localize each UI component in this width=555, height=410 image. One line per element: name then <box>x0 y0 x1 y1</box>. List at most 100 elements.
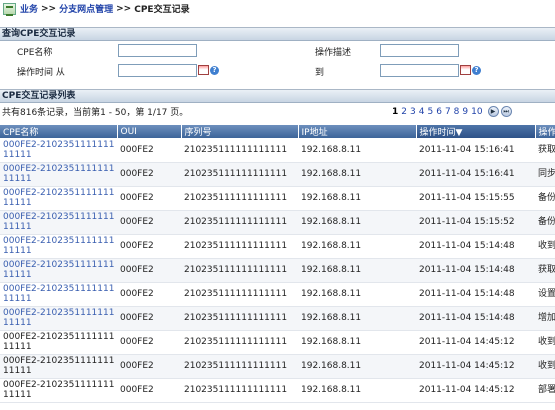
serial-cell: 210235111111111111 <box>181 210 298 235</box>
oui-cell: 000FE2 <box>117 162 181 187</box>
page-link-3[interactable]: 3 <box>410 107 416 117</box>
op-time-cell: 2011-11-04 15:15:52 <box>416 210 535 235</box>
col-op-time-header[interactable]: 操作时间▼ <box>416 125 536 138</box>
cpe-name-cell: 000FE2-210235111111111111 <box>0 378 117 403</box>
oui-cell: 000FE2 <box>117 330 181 355</box>
op-time-cell: 2011-11-04 14:45:12 <box>416 354 535 379</box>
cpe-name-cell[interactable]: 000FE2-210235111111111111 <box>0 210 117 235</box>
op-time-cell: 2011-11-04 15:14:48 <box>416 282 535 307</box>
oui-cell: 000FE2 <box>117 378 181 403</box>
next-page-button[interactable]: ▶ <box>487 106 499 117</box>
serial-cell: 210235111111111111 <box>181 138 298 163</box>
page-link-5[interactable]: 5 <box>427 107 433 117</box>
record-table: CPE名称 OUI 序列号 IP地址 操作时间▼ 操作 000FE2-2102351111… <box>0 125 555 403</box>
cpe-name-cell[interactable]: 000FE2-210235111111111111 <box>0 186 117 211</box>
op-time-cell: 2011-11-04 15:14:48 <box>416 306 535 331</box>
col-serial-header[interactable]: 序列号 <box>181 125 299 138</box>
time-from-input[interactable] <box>118 64 197 77</box>
col-ip-header[interactable]: IP地址 <box>298 125 417 138</box>
op-time-cell: 2011-11-04 15:16:41 <box>416 162 535 187</box>
record-summary: 共有816条记录，当前第1 - 50，第 1/17 页。 <box>2 108 189 118</box>
table-row: 000FE2-210235111111111111 000FE2 210235111… <box>0 138 555 163</box>
cpe-name-cell[interactable]: 000FE2-210235111111111111 <box>0 282 117 307</box>
serial-cell: 210235111111111111 <box>181 258 298 283</box>
cpe-name-cell[interactable]: 000FE2-210235111111111111 <box>0 162 117 187</box>
cpe-name-cell[interactable]: 000FE2-210235111111111111 <box>0 138 117 163</box>
cpe-name-cell[interactable]: 000FE2-210235111111111111 <box>0 234 117 259</box>
breadcrumb-branch-mgmt[interactable]: 分支网点管理 <box>59 2 113 15</box>
ip-cell: 192.168.8.11 <box>298 282 416 307</box>
col-oui-header[interactable]: OUI <box>117 125 182 138</box>
table-row: 000FE2-210235111111111111 000FE2 210235111… <box>0 282 555 307</box>
breadcrumb-separator: >> <box>116 3 132 14</box>
serial-cell: 210235111111111111 <box>181 162 298 187</box>
op-time-cell: 2011-11-04 15:14:48 <box>416 258 535 283</box>
op-cell: 收到 <box>535 330 555 355</box>
ip-cell: 192.168.8.11 <box>298 234 416 259</box>
op-time-cell: 2011-11-04 14:45:12 <box>416 330 535 355</box>
table-row: 000FE2-210235111111111111 000FE2 210235111… <box>0 162 555 187</box>
oui-cell: 000FE2 <box>117 258 181 283</box>
serial-cell: 210235111111111111 <box>181 306 298 331</box>
list-toolbar: 共有816条记录，当前第1 - 50，第 1/17 页。 1 2 3 4 5 6 7 8 9 10… <box>0 103 555 120</box>
oui-cell: 000FE2 <box>117 138 181 163</box>
cpe-name-label: CPE名称 <box>17 48 53 58</box>
op-time-cell: 2011-11-04 14:45:12 <box>416 378 535 403</box>
help-icon[interactable]: ? <box>210 66 219 75</box>
serial-cell: 210235111111111111 <box>181 330 298 355</box>
op-cell: 获取 <box>535 138 555 163</box>
page-link-1[interactable]: 1 <box>392 107 398 117</box>
op-cell: 部署 因未 <box>535 378 555 403</box>
home-icon <box>3 2 16 16</box>
ip-cell: 192.168.8.11 <box>298 306 416 331</box>
page-link-6[interactable]: 6 <box>436 107 442 117</box>
page-link-8[interactable]: 8 <box>454 107 460 117</box>
oui-cell: 000FE2 <box>117 354 181 379</box>
cpe-name-cell: 000FE2-210235111111111111 <box>0 330 117 355</box>
calendar-icon[interactable] <box>198 65 209 75</box>
last-page-button[interactable]: ⏭ <box>500 106 512 117</box>
op-cell: 同步 <box>535 162 555 187</box>
help-icon[interactable]: ? <box>472 66 481 75</box>
serial-cell: 210235111111111111 <box>181 354 298 379</box>
col-cpe-name-header[interactable]: CPE名称 <box>0 125 118 138</box>
oui-cell: 000FE2 <box>117 234 181 259</box>
table-row: 000FE2-210235111111111111 000FE2 210235111… <box>0 306 555 331</box>
breadcrumb-business[interactable]: 业务 <box>20 2 38 15</box>
calendar-icon[interactable] <box>460 65 471 75</box>
time-to-label: 到 <box>315 68 325 78</box>
ip-cell: 192.168.8.11 <box>298 258 416 283</box>
cpe-name-input[interactable] <box>118 44 197 57</box>
op-cell: 增加 <box>535 306 555 331</box>
op-cell: 收到 <box>535 354 555 379</box>
time-to-input[interactable] <box>380 64 459 77</box>
col-op-header[interactable]: 操作 <box>535 125 555 138</box>
op-desc-input[interactable] <box>380 44 459 57</box>
ip-cell: 192.168.8.11 <box>298 186 416 211</box>
page-link-4[interactable]: 4 <box>419 107 425 117</box>
serial-cell: 210235111111111111 <box>181 282 298 307</box>
breadcrumb-separator: >> <box>41 3 57 14</box>
table-row: 000FE2-210235111111111111 000FE2 210235111… <box>0 378 555 403</box>
op-time-cell: 2011-11-04 15:15:55 <box>416 186 535 211</box>
op-time-cell: 2011-11-04 15:14:48 <box>416 234 535 259</box>
serial-cell: 210235111111111111 <box>181 378 298 403</box>
table-row: 000FE2-210235111111111111 000FE2 210235111… <box>0 258 555 283</box>
oui-cell: 000FE2 <box>117 186 181 211</box>
ip-cell: 192.168.8.11 <box>298 210 416 235</box>
ip-cell: 192.168.8.11 <box>298 138 416 163</box>
breadcrumb: 业务 >> 分支网点管理 >> CPE交互记录 <box>0 0 555 17</box>
page-link-10[interactable]: 10 <box>471 107 482 117</box>
cpe-name-cell[interactable]: 000FE2-210235111111111111 <box>0 306 117 331</box>
cpe-name-cell: 000FE2-210235111111111111 <box>0 354 117 379</box>
record-list-panel: CPE交互记录列表 共有816条记录，当前第1 - 50，第 1/17 页。 1… <box>0 89 555 410</box>
cpe-name-cell[interactable]: 000FE2-210235111111111111 <box>0 258 117 283</box>
query-panel-title: 查询CPE交互记录 <box>0 28 555 41</box>
op-cell: 备份 成功 <box>535 186 555 211</box>
page-link-2[interactable]: 2 <box>401 107 407 117</box>
serial-cell: 210235111111111111 <box>181 186 298 211</box>
query-form: CPE名称 操作描述 操作时间 从 ? 到 ? <box>0 41 555 85</box>
table-row: 000FE2-210235111111111111 000FE2 210235111… <box>0 234 555 259</box>
page-link-7[interactable]: 7 <box>445 107 451 117</box>
page-link-9[interactable]: 9 <box>462 107 468 117</box>
